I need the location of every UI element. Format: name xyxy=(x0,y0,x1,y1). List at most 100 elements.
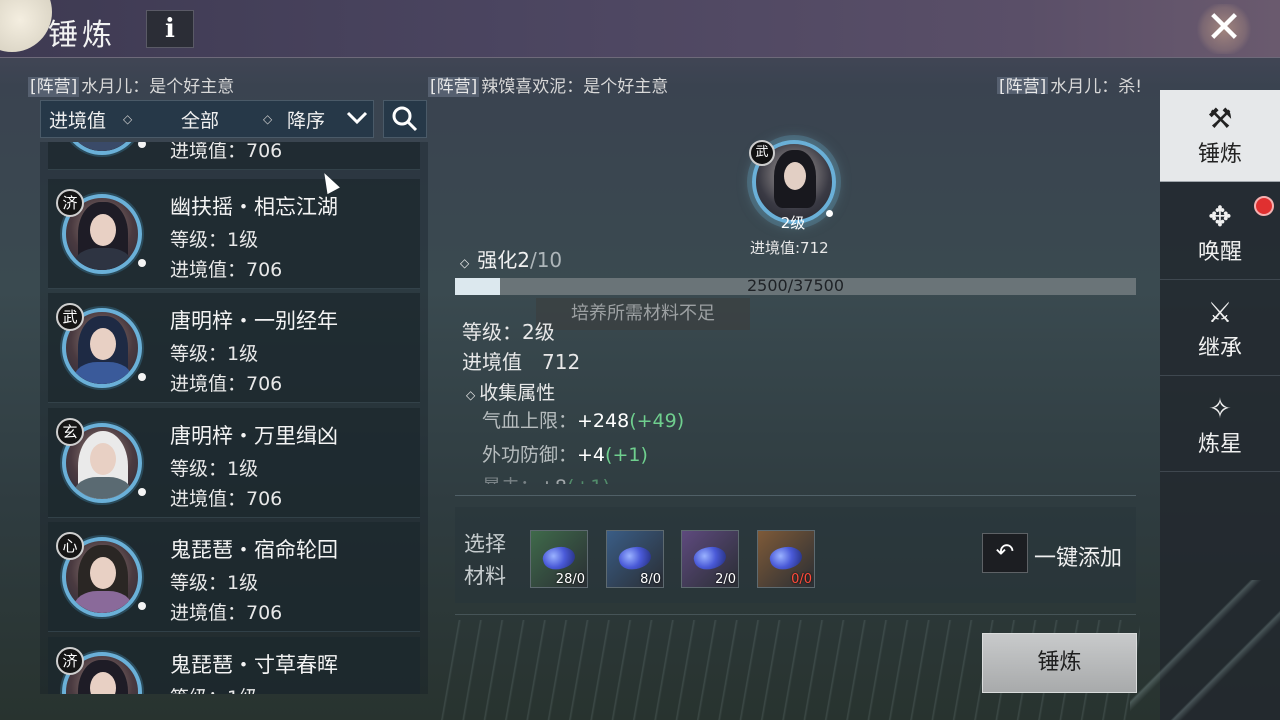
tab-star-refine[interactable]: ✧ 炼星 xyxy=(1160,380,1280,472)
item-progress: 进境值：706 xyxy=(170,602,283,624)
item-progress: 进境值：706 xyxy=(170,488,283,510)
attribute-name: 暴击： xyxy=(482,476,539,484)
item-level: 等级：1级 xyxy=(170,683,258,694)
progress-stat-value: 712 xyxy=(542,350,581,374)
tab-inherit[interactable]: ⚔ 继承 xyxy=(1160,284,1280,376)
chat-message: [阵营] 水月儿：杀! xyxy=(997,72,1155,94)
collect-label: 收集属性 xyxy=(479,382,556,404)
list-item[interactable]: 玄 唐明梓・万里缉凶 等级：1级 进境值：706 xyxy=(48,408,420,518)
attribute-bonus: (+49) xyxy=(629,410,685,432)
item-level: 等级：1级 xyxy=(170,229,259,251)
item-progress: 进境值：706 xyxy=(170,259,283,281)
inherit-icon: ⚔ xyxy=(1207,296,1233,329)
material-slot[interactable]: 28/0 xyxy=(530,530,588,588)
material-count: 8/0 xyxy=(640,572,661,587)
status-dot xyxy=(138,259,146,267)
item-level: 等级：1级 xyxy=(170,458,259,480)
info-button[interactable]: i xyxy=(146,10,194,48)
level-stat: 等级：2级 xyxy=(462,320,555,344)
selected-level: 2级 xyxy=(780,214,806,232)
selected-progress: 进境值:712 xyxy=(750,239,829,257)
enhance-current: 强化2 xyxy=(477,248,530,272)
diamond-icon: ◇ xyxy=(123,112,133,126)
filter-bar: 进境值 ◇ 全部 ◇ 降序 xyxy=(40,100,374,138)
sect-badge: 济 xyxy=(56,647,84,675)
sect-badge: 武 xyxy=(56,303,84,331)
notification-dot xyxy=(1254,196,1274,216)
attribute-value: +248 xyxy=(577,410,630,432)
enhance-max: /10 xyxy=(529,248,563,272)
gem-icon xyxy=(767,543,805,573)
tab-label: 炼星 xyxy=(1197,432,1242,457)
gem-icon xyxy=(691,543,729,573)
one-key-add-label[interactable]: 一键添加 xyxy=(1034,540,1122,572)
attribute-value: +4 xyxy=(577,444,606,466)
item-name: 唐明梓・一别经年 xyxy=(170,309,338,333)
list-item[interactable]: 进境值：706 xyxy=(48,142,420,170)
materials-label: 选择材料 xyxy=(464,532,506,588)
category-dropdown[interactable]: 全部 xyxy=(181,106,219,133)
leaf-decoration xyxy=(1130,580,1280,720)
material-slot[interactable]: 8/0 xyxy=(606,530,664,588)
attribute-name: 外功防御： xyxy=(482,444,578,466)
attribute-row: 暴击：+8(+1) xyxy=(482,472,610,484)
insufficient-material-tooltip: 培养所需材料不足 xyxy=(536,298,750,330)
refresh-arrow-icon: ↶ xyxy=(995,540,1015,565)
sect-badge: 济 xyxy=(56,189,84,217)
material-slot[interactable]: 0/0 xyxy=(757,530,815,588)
divider xyxy=(455,495,1136,496)
search-button[interactable] xyxy=(383,100,427,138)
item-name: 鬼琵琶・宿命轮回 xyxy=(170,538,338,562)
tab-label: 锤炼 xyxy=(1197,142,1242,167)
attribute-bonus: (+1) xyxy=(605,444,648,466)
divider xyxy=(455,614,1136,615)
status-dot xyxy=(138,373,146,381)
item-level: 等级：1级 xyxy=(170,343,259,365)
character-list[interactable]: 进境值：706 济 幽扶摇・相忘江湖 等级：1级 进境值：706 武 唐明梓・一… xyxy=(40,142,428,694)
hammer-icon: ⚒ xyxy=(1207,102,1233,135)
top-bar: 锤炼 i ✕ xyxy=(0,0,1280,58)
sect-badge: 武 xyxy=(749,140,775,166)
list-item[interactable]: 心 鬼琵琶・宿命轮回 等级：1级 进境值：706 xyxy=(48,522,420,632)
tab-forge[interactable]: ⚒ 锤炼 xyxy=(1160,90,1280,182)
attribute-row: 气血上限：+248(+49) xyxy=(482,406,684,433)
star-refine-icon: ✧ xyxy=(1208,392,1232,425)
item-progress: 进境值：706 xyxy=(170,373,283,395)
avatar xyxy=(62,142,142,155)
progress-stat-label: 进境值 xyxy=(462,350,522,374)
chevron-down-icon[interactable] xyxy=(345,105,369,134)
material-slot[interactable]: 2/0 xyxy=(681,530,739,588)
material-count: 2/0 xyxy=(715,572,736,587)
sect-badge: 玄 xyxy=(56,418,84,446)
status-dot xyxy=(138,488,146,496)
chat-text: 水月儿：杀! xyxy=(1050,77,1143,94)
item-name: 鬼琵琶・寸草春晖 xyxy=(170,653,338,677)
list-item[interactable]: 济 鬼琵琶・寸草春晖 等级：1级 xyxy=(48,637,420,694)
enhance-level: ◇ 强化2/10 xyxy=(460,244,562,273)
progress-text: 2500/37500 xyxy=(746,276,844,295)
close-button[interactable]: ✕ xyxy=(1194,4,1254,54)
forge-button[interactable]: 锤炼 xyxy=(982,633,1137,693)
chat-message: [阵营] 水月儿：是个好主意 xyxy=(28,72,234,97)
material-count: 0/0 xyxy=(791,572,812,587)
order-dropdown[interactable]: 降序 xyxy=(287,106,325,133)
attribute-row: 外功防御：+4(+1) xyxy=(482,440,648,467)
list-item[interactable]: 武 唐明梓・一别经年 等级：1级 进境值：706 xyxy=(48,293,420,403)
gem-icon xyxy=(540,543,578,573)
tab-label: 继承 xyxy=(1197,336,1242,361)
tab-label: 唤醒 xyxy=(1197,240,1242,265)
gem-icon xyxy=(616,543,654,573)
diamond-icon: ◇ xyxy=(466,388,476,402)
one-key-add-button[interactable]: ↶ xyxy=(982,533,1028,573)
item-level: 等级：1级 xyxy=(170,572,259,594)
status-dot xyxy=(138,602,146,610)
status-dot xyxy=(138,142,146,148)
sort-field-dropdown[interactable]: 进境值 xyxy=(49,106,106,133)
list-item[interactable]: 济 幽扶摇・相忘江湖 等级：1级 进境值：706 xyxy=(48,179,420,289)
search-icon xyxy=(391,106,419,137)
diamond-icon: ◇ xyxy=(263,112,273,126)
status-dot xyxy=(826,210,833,217)
moon-decoration xyxy=(0,0,52,52)
item-name: 幽扶摇・相忘江湖 xyxy=(170,195,338,219)
chat-tag: [阵营] xyxy=(28,77,80,97)
